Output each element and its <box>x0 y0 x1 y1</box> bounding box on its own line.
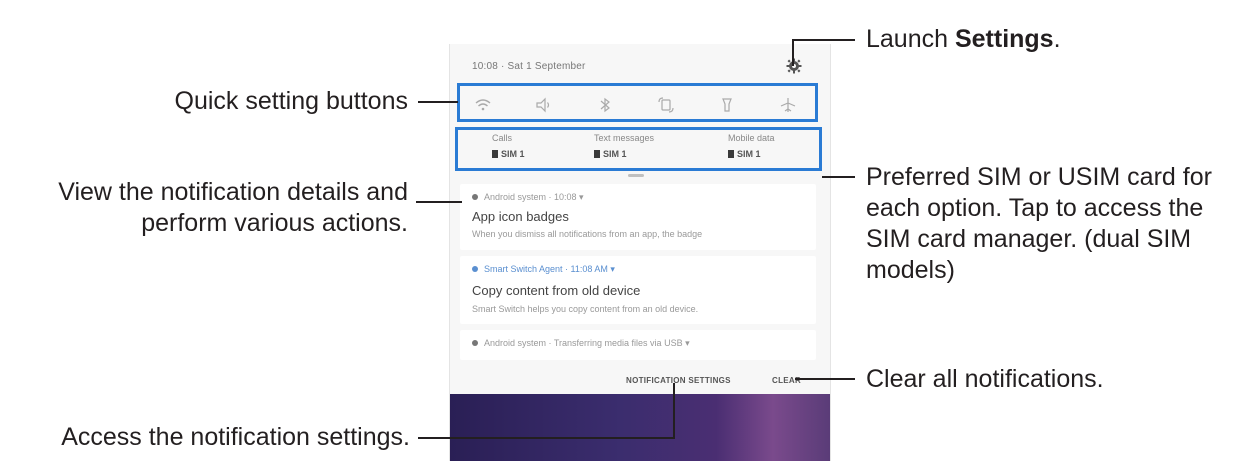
notification-header: Android system · Transferring media file… <box>472 338 690 349</box>
callout-launch-settings-pre: Launch <box>866 25 955 53</box>
notification-card[interactable]: Android system · 10:08 ▾ App icon badges… <box>460 184 816 250</box>
notification-card[interactable]: Smart Switch Agent · 11:08 AM ▾ Copy con… <box>460 256 816 324</box>
callout-preferred-sim: Preferred SIM or USIM card for each opti… <box>866 162 1212 286</box>
status-bar: 10:08 · Sat 1 September <box>450 44 830 88</box>
app-icon <box>472 266 478 272</box>
notification-header-text: Android system · 10:08 <box>484 192 577 202</box>
gear-icon[interactable] <box>786 58 802 74</box>
drag-handle[interactable] <box>628 174 644 177</box>
notification-card[interactable]: Android system · Transferring media file… <box>460 330 816 360</box>
callout-preferred-sim-line2: each option. Tap to access the <box>866 194 1204 222</box>
callout-view-notification: View the notification details and perfor… <box>0 177 408 239</box>
quick-settings-highlight <box>457 83 818 122</box>
sim-highlight <box>455 127 822 171</box>
notification-title: App icon badges <box>472 209 569 224</box>
callout-access-settings: Access the notification settings. <box>61 423 410 451</box>
leader-line-notification <box>416 201 462 203</box>
leader-line-settings-h <box>792 39 855 41</box>
notification-body: When you dismiss all notifications from … <box>472 229 703 239</box>
leader-line-sim <box>822 176 855 178</box>
notification-actions: NOTIFICATION SETTINGS CLEAR <box>450 371 830 391</box>
callout-preferred-sim-line3: SIM card manager. (dual SIM <box>866 225 1192 253</box>
notification-header-text: Android system · Transferring media file… <box>484 338 683 348</box>
app-icon <box>472 194 478 200</box>
leader-line-access-v <box>673 383 675 438</box>
notification-body: Smart Switch helps you copy content from… <box>472 304 699 314</box>
notification-title: Copy content from old device <box>472 283 641 298</box>
leader-line-settings-v <box>792 40 794 66</box>
callout-launch-settings-post: . <box>1053 25 1061 53</box>
callout-clear-all: Clear all notifications. <box>866 365 1104 393</box>
callout-launch-settings: Launch Settings. <box>866 24 1061 55</box>
callout-preferred-sim-line1: Preferred SIM or USIM card for <box>866 163 1212 191</box>
callout-view-notification-line2: perform various actions. <box>141 209 408 237</box>
notification-settings-button[interactable]: NOTIFICATION SETTINGS <box>626 376 731 385</box>
callout-launch-settings-bold: Settings <box>954 25 1054 53</box>
notification-header: Smart Switch Agent · 11:08 AM ▾ <box>472 264 615 275</box>
app-icon <box>472 340 478 346</box>
callout-view-notification-line1: View the notification details and <box>58 178 408 206</box>
wallpaper <box>450 394 830 461</box>
leader-line-access-h <box>418 437 675 439</box>
notification-header-text: Smart Switch Agent · 11:08 AM <box>484 264 608 274</box>
callout-preferred-sim-line4: models) <box>866 256 955 284</box>
leader-line-quick-settings <box>418 101 458 103</box>
notification-header: Android system · 10:08 ▾ <box>472 192 584 203</box>
leader-line-clear <box>795 378 855 380</box>
callout-quick-setting-buttons: Quick setting buttons <box>174 87 408 115</box>
status-datetime: 10:08 · Sat 1 September <box>472 61 586 72</box>
